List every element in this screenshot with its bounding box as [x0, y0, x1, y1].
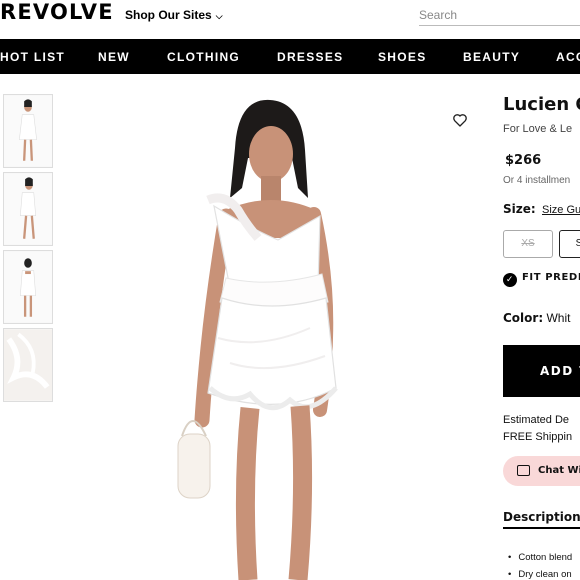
nav-item-beauty[interactable]: BEAUTY — [463, 50, 520, 64]
nav-item-clothing[interactable]: CLOTHING — [167, 50, 240, 64]
color-label: Color: — [503, 311, 544, 325]
product-thumbnail[interactable] — [3, 172, 53, 246]
estimated-delivery-text: Estimated De — [503, 414, 570, 426]
shop-our-sites-label: Shop Our Sites — [125, 8, 212, 22]
size-guide-link[interactable]: Size Gu — [542, 204, 580, 216]
chat-button[interactable]: Chat Wi — [503, 456, 580, 486]
product-thumbnail[interactable] — [3, 250, 53, 324]
fit-predictor-icon: ✓ — [503, 273, 517, 287]
description-tab[interactable]: Description — [503, 510, 580, 529]
description-bullet: Dry clean on — [508, 569, 571, 580]
installments-text: Or 4 installmen — [503, 175, 571, 186]
chat-icon — [517, 465, 530, 476]
search-input[interactable] — [419, 4, 580, 26]
product-thumbnail[interactable] — [3, 94, 53, 168]
free-shipping-text: FREE Shippin — [503, 431, 573, 443]
nav-item-accessories[interactable]: ACC — [556, 50, 580, 64]
heart-icon[interactable] — [452, 112, 468, 128]
chat-label: Chat Wi — [538, 465, 580, 476]
nav-item-shoes[interactable]: SHOES — [378, 50, 427, 64]
chevron-down-icon: ⌵ — [215, 11, 223, 21]
nav-item-hot-list[interactable]: HOT LIST — [0, 50, 65, 64]
nav-item-new[interactable]: NEW — [98, 50, 130, 64]
product-price: $266 — [505, 153, 542, 168]
product-main-image[interactable] — [130, 88, 485, 580]
product-brand[interactable]: For Love & Le — [503, 123, 572, 135]
main-nav: HOT LIST NEW CLOTHING DRESSES SHOES BEAU… — [0, 39, 580, 74]
color-row: Color: Whit — [503, 311, 570, 325]
color-value: Whit — [546, 311, 571, 325]
revolve-logo[interactable]: REVOLVE — [0, 0, 114, 24]
fit-predictor-label: FIT PREDIC — [522, 272, 580, 283]
size-option-s[interactable]: S — [559, 230, 580, 258]
product-thumbnail[interactable] — [3, 328, 53, 402]
fit-predictor-link[interactable]: ✓ FIT PREDIC — [503, 272, 580, 287]
size-option-xs[interactable]: XS — [503, 230, 553, 258]
product-name: Lucien C — [503, 94, 580, 115]
description-bullet: Cotton blend — [508, 552, 572, 563]
add-to-bag-button[interactable]: ADD T — [503, 345, 580, 397]
shop-our-sites-dropdown[interactable]: Shop Our Sites ⌵ — [125, 8, 223, 22]
size-label: Size: — [503, 202, 536, 216]
nav-item-dresses[interactable]: DRESSES — [277, 50, 343, 64]
